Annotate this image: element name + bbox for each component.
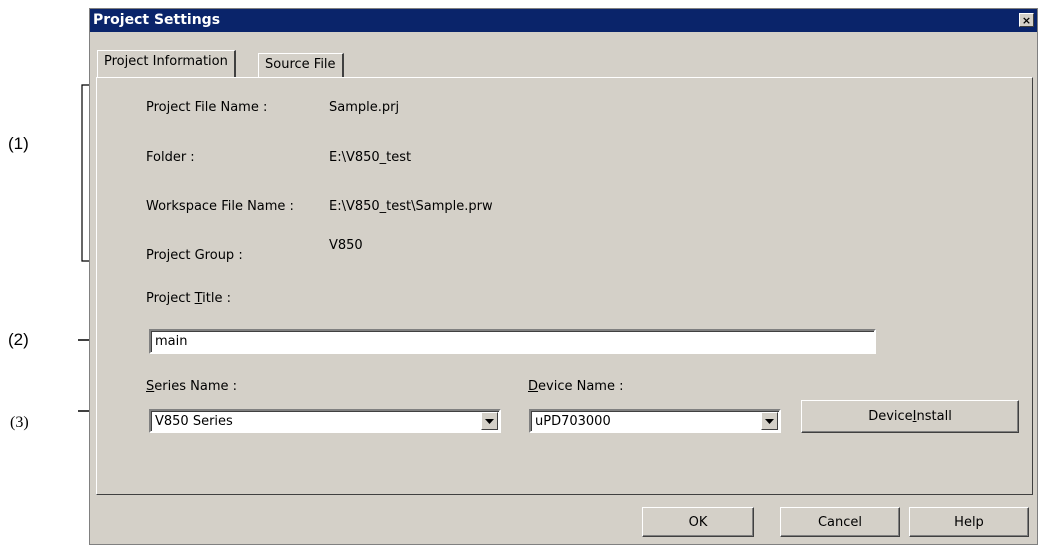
tab-label: Source File [265, 57, 336, 72]
series-name-value: V850 Series [155, 414, 233, 429]
device-name-label: Device Name : [528, 379, 624, 394]
device-name-value: uPD703000 [535, 414, 611, 429]
project-file-label: Project File Name : [146, 100, 268, 115]
project-group-label: Project Group : [146, 248, 243, 263]
title-bar: Project Settings × [90, 9, 1037, 32]
workspace-value: E:\V850_test\Sample.prw [329, 199, 493, 214]
annotation-2: (2) [8, 330, 29, 349]
project-settings-dialog: Project Settings × Project Information S… [89, 8, 1038, 545]
annotation-1: (1) [8, 134, 29, 153]
help-button[interactable]: Help [909, 507, 1029, 537]
project-title-label: Project Title : [146, 291, 232, 306]
annotation-3: (3) [10, 414, 29, 431]
workspace-label: Workspace File Name : [146, 199, 294, 214]
project-file-value: Sample.prj [329, 100, 400, 115]
tab-label: Project Information [104, 54, 228, 69]
folder-label: Folder : [146, 150, 195, 165]
ok-button[interactable]: OK [642, 507, 754, 537]
series-dropdown-button[interactable] [481, 412, 498, 430]
folder-value: E:\V850_test [329, 150, 412, 165]
dialog-title: Project Settings [93, 12, 221, 28]
tab-panel: Project File Name : Sample.prj Folder : … [96, 77, 1033, 495]
project-title-input[interactable]: main [149, 329, 876, 354]
chevron-down-icon [485, 418, 494, 424]
close-icon: × [1021, 14, 1032, 27]
chevron-down-icon [765, 418, 774, 424]
device-install-button[interactable]: Device Install [801, 400, 1019, 433]
close-button[interactable]: × [1019, 13, 1034, 27]
device-name-select[interactable]: uPD703000 [529, 409, 781, 433]
device-dropdown-button[interactable] [761, 412, 778, 430]
project-title-value: main [155, 334, 188, 349]
series-name-select[interactable]: V850 Series [149, 409, 501, 433]
series-name-label: Series Name : [146, 379, 237, 394]
project-group-value: V850 [329, 238, 363, 253]
cancel-button[interactable]: Cancel [780, 507, 900, 537]
tab-project-information[interactable]: Project Information [97, 50, 236, 77]
tab-source-file[interactable]: Source File [258, 53, 344, 77]
